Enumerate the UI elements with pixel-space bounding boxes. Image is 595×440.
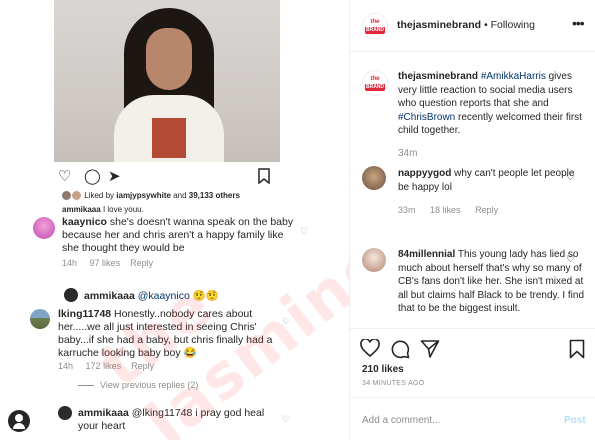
avatar — [58, 406, 72, 420]
comment-icon[interactable] — [390, 339, 410, 359]
comment-meta: 14h 172 likes Reply — [58, 361, 155, 371]
embedded-comment: ammikaaa @kaaynico 🤨🤨 — [84, 290, 219, 302]
embedded-screenshot: ♡ ◯ ➤ Liked by iamjypsywhite and 39,133 … — [0, 0, 350, 440]
heart-icon: ♡ — [282, 414, 291, 424]
comment-input[interactable]: Add a comment... — [362, 415, 440, 426]
heart-icon: ♡ — [300, 226, 309, 236]
post-button[interactable]: Post — [564, 415, 586, 426]
embedded-action-bar: ♡ ◯ ➤ — [58, 168, 278, 186]
avatar[interactable] — [362, 248, 386, 272]
post-action-bar — [350, 328, 595, 359]
following-button[interactable]: Following — [491, 19, 535, 31]
heart-icon: ♡ — [58, 168, 72, 185]
comment-meta: 14h 97 likes Reply — [62, 258, 154, 268]
share-icon: ➤ — [108, 168, 121, 185]
embedded-comment: ammikaaa @lking11748 i pray god heal you… — [78, 407, 265, 432]
comment: nappyygod why can't people let people be… — [398, 168, 575, 193]
bookmark-icon — [258, 168, 270, 184]
comment-icon: ◯ — [84, 168, 101, 185]
heart-icon[interactable]: ♡ — [566, 254, 575, 265]
comment-user-link[interactable]: 84millennial — [398, 249, 455, 260]
comment: 84millennial This young lady has lied so… — [398, 249, 585, 314]
account-name-link[interactable]: thejasminebrand — [397, 19, 481, 31]
likes-count[interactable]: 210 likes — [362, 364, 404, 375]
account-avatar[interactable]: the BRAND — [362, 13, 388, 39]
heart-icon: ♡ — [282, 316, 291, 326]
post-timestamp: 34 MINUTES AGO — [362, 380, 425, 387]
share-icon[interactable] — [420, 339, 440, 359]
post-header: the BRAND thejasminebrand • Following ••… — [350, 0, 595, 52]
avatar — [30, 309, 50, 329]
post-panel: the BRAND thejasminebrand • Following ••… — [350, 0, 595, 440]
embedded-comment: kaaynico she's doesn't wanna speak on th… — [62, 216, 294, 254]
liked-by-line: Liked by iamjypsywhite and 39,133 others — [62, 191, 240, 201]
bookmark-icon[interactable] — [569, 339, 585, 359]
comment-likes-link[interactable]: 18 likes — [430, 205, 461, 215]
post-caption: thejasminebrand #AmikkaHarris gives very… — [398, 71, 582, 136]
like-heart-icon[interactable] — [360, 339, 380, 357]
post-photo — [54, 0, 280, 162]
comment-meta: 33m 18 likes Reply — [398, 205, 499, 215]
avatar — [64, 288, 78, 302]
add-comment-bar: Add a comment... Post — [350, 397, 595, 440]
avatar — [33, 217, 55, 239]
caption-time: 34m — [398, 148, 418, 159]
caption-user-link[interactable]: thejasminebrand — [398, 71, 478, 82]
account-avatar[interactable]: the BRAND — [362, 70, 388, 96]
avatar[interactable] — [362, 166, 386, 190]
liked-by-user: iamjypsywhite — [116, 191, 171, 200]
hashtag-link[interactable]: #AmikkaHarris — [481, 71, 546, 82]
embedded-caption: ammikaaa I love youu. — [62, 205, 144, 214]
view-previous-replies: View previous replies (2) — [78, 380, 198, 390]
heart-icon[interactable]: ♡ — [566, 172, 575, 183]
more-options-icon[interactable]: ••• — [572, 15, 585, 31]
embedded-comment: lking11748 Honestly..nobody cares about … — [58, 308, 273, 359]
reply-button[interactable]: Reply — [475, 205, 498, 215]
header-text: thejasminebrand • Following — [397, 19, 535, 31]
hashtag-link[interactable]: #ChrisBrown — [398, 112, 455, 123]
user-icon[interactable] — [8, 410, 30, 432]
comment-user-link[interactable]: nappyygod — [398, 168, 451, 179]
